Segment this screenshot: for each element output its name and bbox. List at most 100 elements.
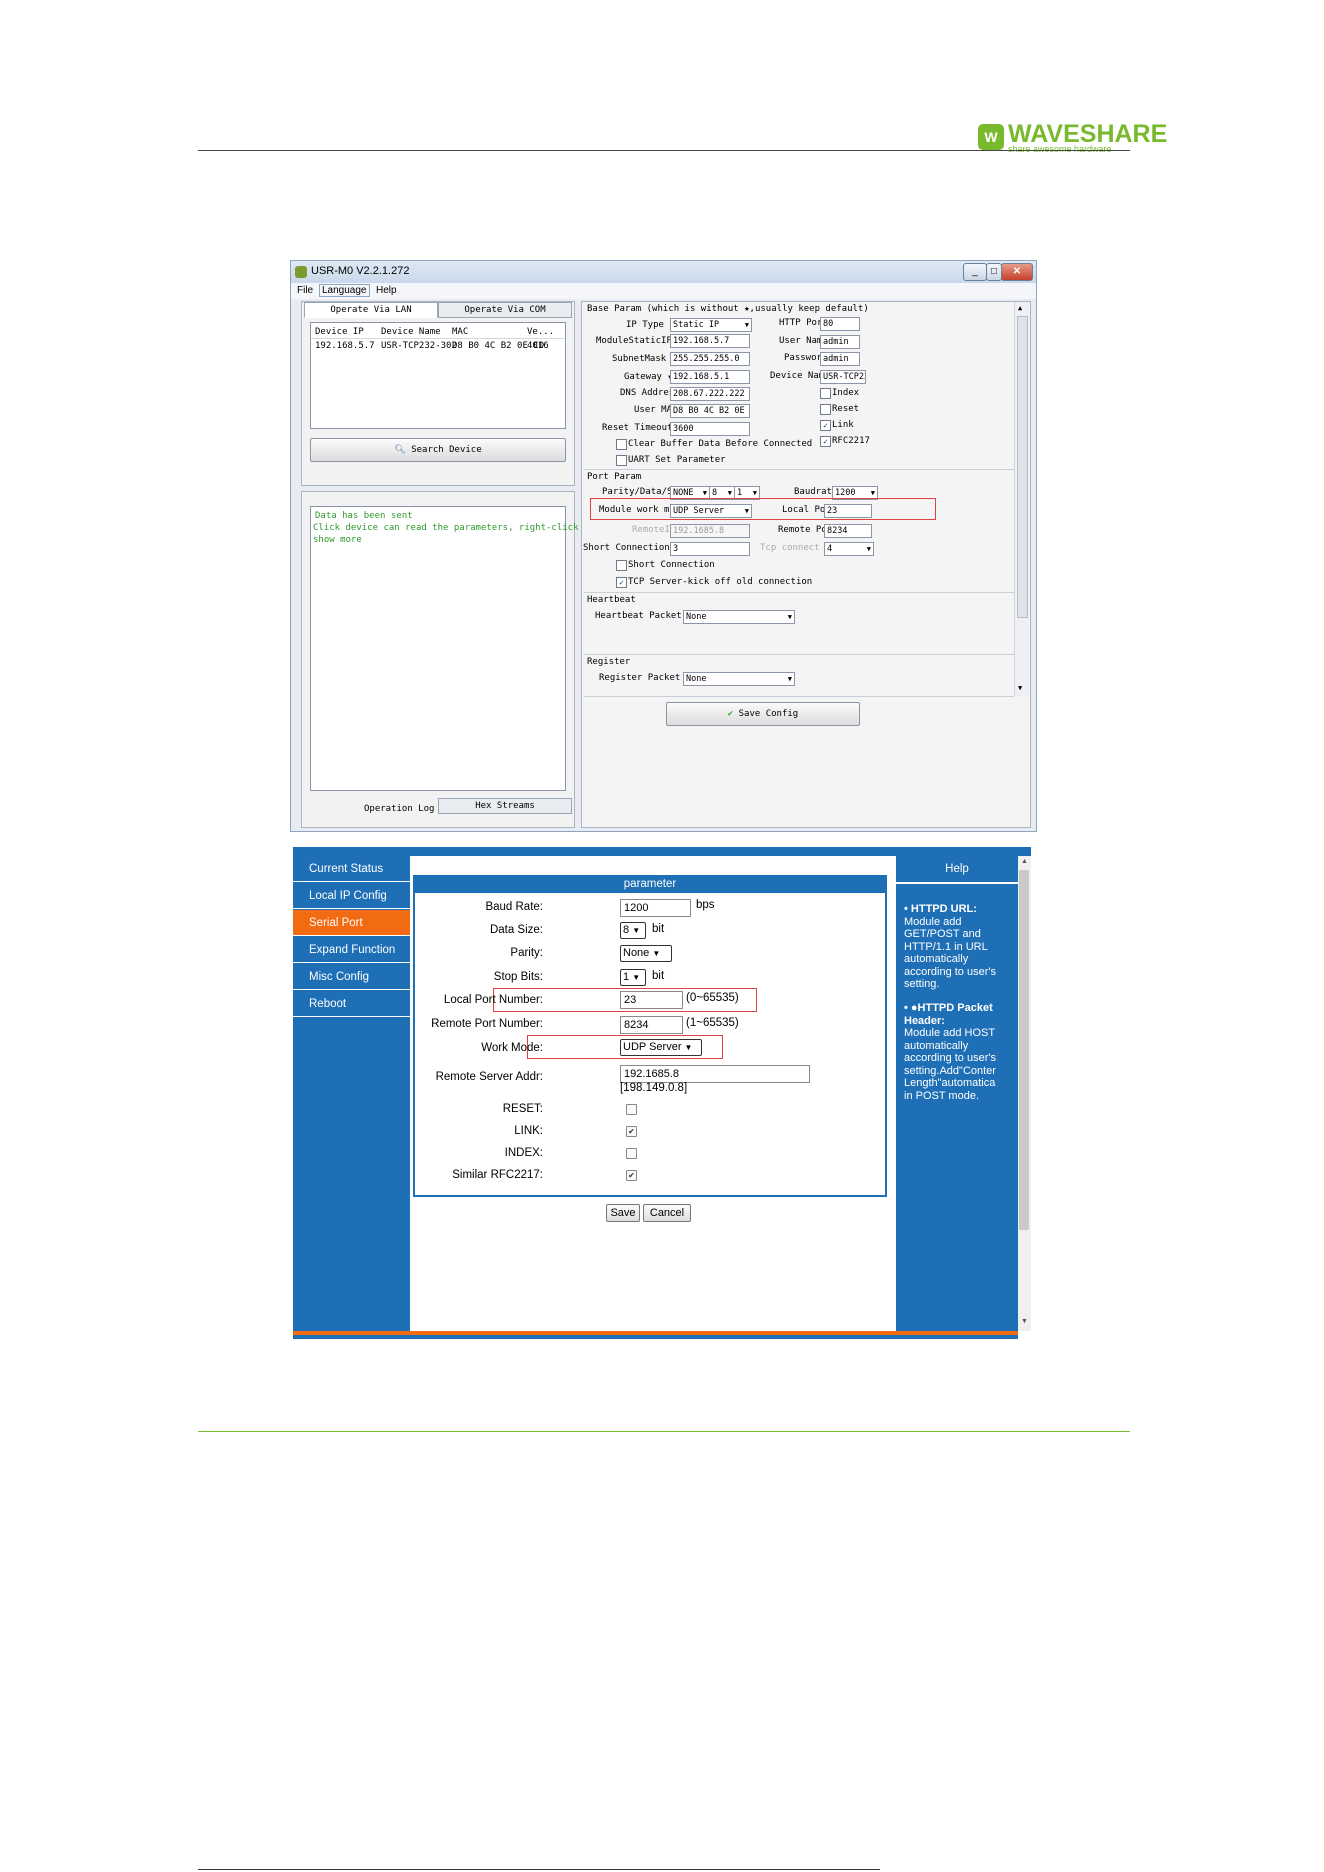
save-button[interactable]: Save	[606, 1204, 640, 1222]
list-header-divider	[311, 338, 565, 339]
tab-hex-streams[interactable]: Hex Streams	[438, 798, 572, 814]
link-label: Link	[832, 420, 854, 430]
short-connection-checkbox[interactable]	[616, 560, 627, 571]
chevron-down-icon: ▼	[866, 545, 871, 553]
kick-old-label: TCP Server-kick off old connection	[628, 577, 813, 587]
kick-old-checkbox[interactable]: ✓	[616, 577, 627, 588]
rfc2217-checkbox[interactable]: ✓	[820, 436, 831, 447]
remote-addr-label: Remote Server Addr:	[435, 1071, 543, 1083]
user-mac-field[interactable]: D8 B0 4C B2 0E CD	[670, 404, 750, 418]
search-device-label: Search Device	[411, 445, 482, 455]
dns-field[interactable]: 208.67.222.222	[670, 387, 750, 401]
gateway-field[interactable]: 192.168.5.1	[670, 370, 750, 384]
local-port-input[interactable]: 23	[620, 991, 683, 1009]
reset-timeout-field[interactable]: 3600	[670, 422, 750, 436]
tcp-connect-num-select[interactable]: 4 ▼	[824, 542, 874, 556]
minimize-icon[interactable]: _	[963, 263, 987, 281]
save-config-label: Save Config	[738, 709, 799, 719]
stop-bits-unit: bit	[652, 970, 665, 982]
search-device-button[interactable]: 🔍︎ Search Device	[310, 438, 566, 462]
chevron-down-icon: ▼	[684, 1043, 693, 1052]
scroll-up-icon[interactable]: ▲	[1021, 858, 1028, 865]
log-panel: Data has been sent Click device can read…	[301, 491, 644, 828]
device-row-name[interactable]: USR-TCP232-302	[381, 341, 457, 351]
menu-help[interactable]: Help	[376, 285, 397, 296]
scroll-down-icon[interactable]: ▼	[1021, 1318, 1028, 1325]
clear-buffer-checkbox[interactable]	[616, 439, 627, 450]
help-line: Module add	[904, 915, 962, 928]
subnet-field[interactable]: 255.255.255.0	[670, 352, 750, 366]
ip-type-select[interactable]: Static IP ▼	[670, 318, 752, 332]
device-row-ip[interactable]: 192.168.5.7	[315, 341, 375, 351]
device-name-field[interactable]: USR-TCP23	[820, 370, 866, 384]
user-name-field[interactable]: admin	[820, 335, 860, 349]
local-port-field[interactable]: 23	[824, 504, 872, 518]
uart-set-checkbox[interactable]	[616, 455, 627, 466]
heartbeat-type-select[interactable]: None ▼	[683, 610, 795, 624]
chevron-down-icon: ▼	[652, 949, 661, 958]
register-type-select[interactable]: None ▼	[683, 672, 795, 686]
nav-current-status[interactable]: Current Status	[293, 856, 410, 882]
static-ip-text: ModuleStaticIP	[596, 336, 672, 346]
col-device-name[interactable]: Device Name	[381, 327, 441, 337]
brand-tagline: share awesome hardware	[1008, 144, 1112, 154]
col-device-ip[interactable]: Device IP	[315, 327, 364, 337]
baud-rate-input[interactable]: 1200	[620, 899, 691, 917]
save-config-button[interactable]: ✔ Save Config	[666, 702, 860, 726]
usr-m0-window: USR-M0 V2.2.1.272 _ □ ✕ File Language He…	[290, 260, 1037, 832]
device-list[interactable]: Device IP Device Name MAC Ve... 192.168.…	[310, 322, 566, 429]
help-title: Header:	[904, 1014, 945, 1027]
remote-ip-field[interactable]: 192.1685.8	[670, 524, 750, 538]
work-mode-select[interactable]: UDP Server ▼	[620, 1039, 702, 1056]
short-connection-label: Short Connection	[628, 560, 715, 570]
remote-addr-input[interactable]: 192.1685.8	[620, 1065, 810, 1083]
chevron-down-icon: ▼	[787, 675, 792, 683]
baud-rate-unit: bps	[696, 899, 715, 911]
scroll-up-icon[interactable]: ▲	[1018, 304, 1022, 312]
scroll-thumb[interactable]	[1017, 316, 1028, 618]
col-mac[interactable]: MAC	[452, 327, 468, 337]
stop-bits-select[interactable]: 1 ▼	[620, 969, 646, 986]
help-line: automatically	[904, 953, 969, 965]
data-size-select[interactable]: 8 ▼	[620, 922, 646, 939]
reset-checkbox[interactable]	[626, 1104, 637, 1115]
tab-operate-via-com[interactable]: Operate Via COM	[438, 302, 572, 318]
param-scrollbar[interactable]: ▲ ▼	[1014, 302, 1029, 696]
col-version[interactable]: Ve...	[527, 327, 554, 337]
menu-file[interactable]: File	[297, 285, 313, 296]
password-field[interactable]: admin	[820, 352, 860, 366]
scroll-down-icon[interactable]: ▼	[1018, 684, 1022, 692]
remote-port-field[interactable]: 8234	[824, 524, 872, 538]
help-panel: • HTTPD URL: Module add GET/POST and HTT…	[896, 856, 1018, 1331]
baud-rate-label: Baud Rate:	[485, 901, 543, 913]
chevron-down-icon: ▼	[632, 973, 641, 982]
index-checkbox[interactable]	[626, 1148, 637, 1159]
tab-operation-log[interactable]: Operation Log	[364, 804, 434, 814]
menu-language[interactable]: Language	[319, 284, 370, 297]
device-row-version[interactable]: 4016	[527, 341, 549, 351]
help-line: GET/POST and	[904, 928, 981, 940]
reset-checkbox[interactable]	[820, 404, 831, 415]
short-conn-time-field[interactable]: 3	[670, 542, 750, 556]
help-line: Length"automatica	[904, 1077, 996, 1089]
reset-label: Reset	[832, 404, 860, 414]
http-port-field[interactable]: 80	[820, 317, 860, 331]
link-checkbox[interactable]: ✓	[820, 420, 831, 431]
link-checkbox[interactable]: ✔	[626, 1126, 637, 1137]
index-checkbox[interactable]	[820, 388, 831, 399]
chevron-down-icon: ▼	[787, 613, 792, 621]
scroll-thumb[interactable]	[1019, 870, 1029, 1230]
static-ip-field[interactable]: 192.168.5.7	[670, 334, 750, 348]
work-mode-select[interactable]: UDP Server ▼	[670, 504, 752, 518]
remote-port-input[interactable]: 8234	[620, 1016, 683, 1034]
parity-select[interactable]: None ▼	[620, 945, 672, 962]
web-scrollbar[interactable]: ▲ ▼	[1018, 856, 1031, 1331]
cancel-button[interactable]: Cancel	[643, 1204, 691, 1222]
stop-bits-value: 1	[623, 971, 630, 983]
close-icon[interactable]: ✕	[1001, 263, 1033, 281]
operation-log[interactable]: Data has been sent Click device can read…	[310, 506, 644, 791]
tab-operate-via-lan[interactable]: Operate Via LAN	[304, 302, 438, 318]
rfc2217-checkbox[interactable]: ✔	[626, 1170, 637, 1181]
local-port-range: (0~65535)	[686, 992, 739, 1004]
maximize-icon[interactable]: □	[986, 263, 1002, 281]
